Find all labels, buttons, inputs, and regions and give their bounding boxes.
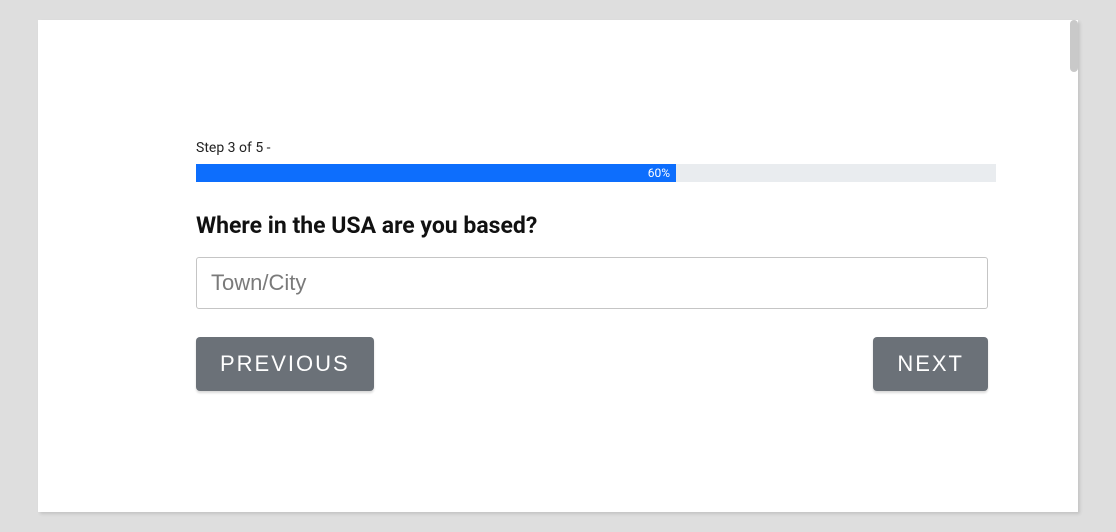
scrollbar-track[interactable] xyxy=(1070,20,1078,512)
step-label: Step 3 of 5 - xyxy=(196,140,996,156)
progress-bar: 60% xyxy=(196,164,996,182)
town-city-input[interactable] xyxy=(196,257,988,309)
scrollbar-thumb[interactable] xyxy=(1070,20,1078,72)
question-heading: Where in the USA are you based? xyxy=(196,212,996,239)
form-card: Step 3 of 5 - 60% Where in the USA are y… xyxy=(38,20,1078,512)
form-content: Step 3 of 5 - 60% Where in the USA are y… xyxy=(196,140,996,391)
button-row: PREVIOUS NEXT xyxy=(196,337,988,391)
progress-fill: 60% xyxy=(196,164,676,182)
next-button[interactable]: NEXT xyxy=(873,337,988,391)
previous-button[interactable]: PREVIOUS xyxy=(196,337,374,391)
